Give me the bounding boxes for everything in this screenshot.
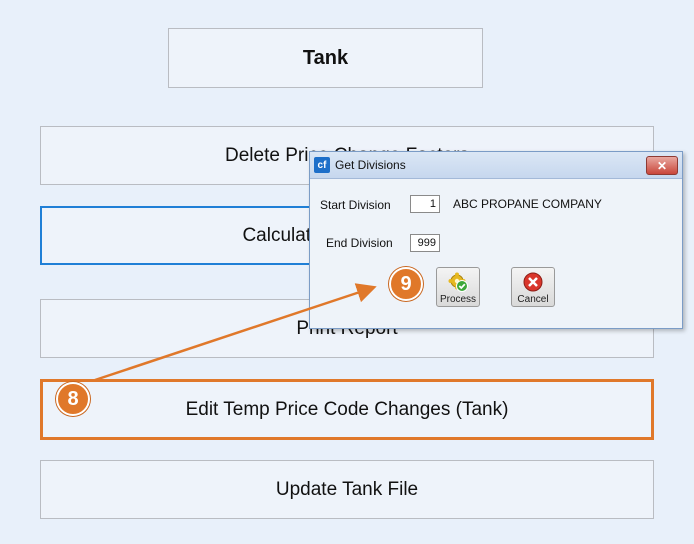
annotation-arrow xyxy=(94,283,377,382)
step-8-badge: 8 xyxy=(56,382,90,416)
step-9-badge: 9 xyxy=(389,267,423,301)
